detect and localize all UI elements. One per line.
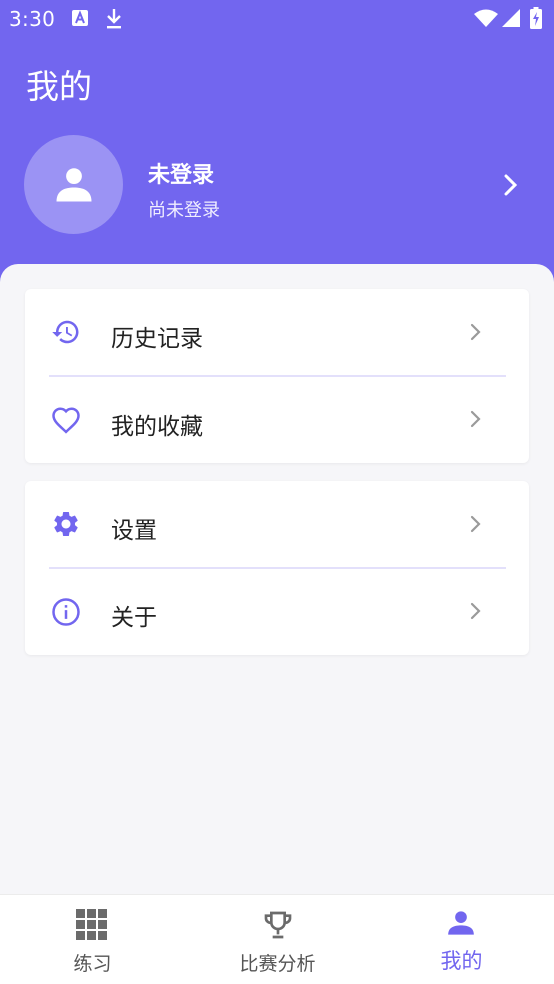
status-bar: 3:30 xyxy=(0,0,554,38)
download-icon xyxy=(105,8,123,34)
tab-label: 练习 xyxy=(73,953,112,975)
page-title: 我的 xyxy=(26,67,92,106)
header: 3:30 我的 未登录 尚未登录 xyxy=(0,0,554,300)
chevron-right-icon xyxy=(468,513,484,539)
heart-icon xyxy=(51,406,81,438)
menu-card-primary: 历史记录 我的收藏 xyxy=(25,289,529,463)
signal-icon xyxy=(502,9,520,31)
avatar[interactable] xyxy=(24,135,123,234)
info-icon xyxy=(51,597,81,631)
grid-icon xyxy=(76,909,108,945)
chevron-right-icon xyxy=(468,600,484,626)
profile-name: 未登录 xyxy=(148,163,215,188)
menu-item-label: 历史记录 xyxy=(111,326,203,352)
menu-item-label: 关于 xyxy=(111,605,157,631)
status-time: 3:30 xyxy=(9,7,56,31)
tab-mine[interactable]: 我的 xyxy=(369,895,554,984)
tab-practice[interactable]: 练习 xyxy=(0,895,185,984)
user-icon xyxy=(56,168,92,202)
profile-subtitle: 尚未登录 xyxy=(148,200,220,221)
chevron-right-icon xyxy=(468,408,484,434)
chevron-right-icon[interactable] xyxy=(500,172,522,202)
history-icon xyxy=(51,317,81,351)
tab-label: 我的 xyxy=(440,949,483,973)
chevron-right-icon xyxy=(468,321,484,347)
bottom-tab-bar: 练习 比赛分析 我的 xyxy=(0,894,554,984)
menu-item-history[interactable]: 历史记录 xyxy=(25,289,529,376)
battery-charging-icon xyxy=(530,7,542,33)
profile-row[interactable]: 未登录 尚未登录 xyxy=(24,135,534,235)
wifi-icon xyxy=(474,9,498,31)
tab-match-analysis[interactable]: 比赛分析 xyxy=(185,895,370,984)
gear-icon xyxy=(51,509,81,543)
menu-item-favorites[interactable]: 我的收藏 xyxy=(25,376,529,463)
menu-item-label: 我的收藏 xyxy=(111,414,203,440)
menu-item-settings[interactable]: 设置 xyxy=(25,481,529,568)
menu-item-label: 设置 xyxy=(111,518,157,544)
user-icon xyxy=(447,909,475,941)
menu-card-secondary: 设置 关于 xyxy=(25,481,529,655)
a-notification-icon xyxy=(72,10,88,30)
tab-label: 比赛分析 xyxy=(239,953,316,975)
trophy-icon xyxy=(262,909,294,945)
menu-item-about[interactable]: 关于 xyxy=(25,568,529,655)
